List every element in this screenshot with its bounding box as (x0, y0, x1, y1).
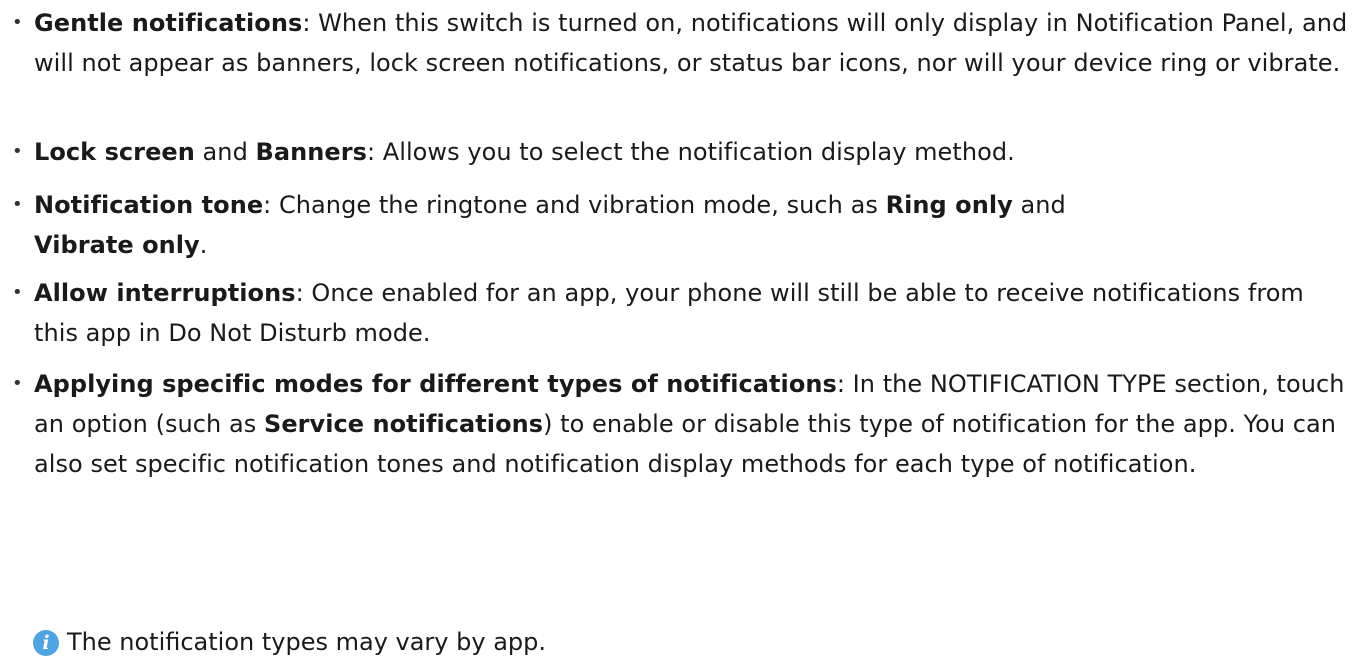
term-banners: Banners (255, 138, 367, 166)
bullet-dot: • (12, 141, 23, 162)
term-allow-interruptions: Allow interruptions (34, 279, 296, 307)
term-notification-tone: Notification tone (34, 191, 264, 219)
list-item-lock-screen-banners: • Lock screen and Banners: Allows you to… (0, 132, 1354, 172)
note: i The notification types may vary by app… (33, 622, 546, 662)
term-vibrate-only: Vibrate only (34, 231, 200, 259)
term-service-notifications: Service notifications (263, 410, 544, 438)
bullet-dot: • (12, 282, 23, 303)
list-item-notification-tone: • Notification tone: Change the ringtone… (0, 185, 1334, 265)
list-item-allow-interruptions: • Allow interruptions: Once enabled for … (0, 273, 1334, 353)
manual-page: • Gentle notifications: When this switch… (0, 0, 1372, 668)
note-text: The notification types may vary by app. (67, 628, 547, 656)
term-gentle-notifications: Gentle notifications (34, 9, 303, 37)
bullet-dot: • (12, 194, 23, 215)
info-icon: i (33, 630, 59, 656)
connector-text: and (194, 138, 256, 166)
list-item-gentle-notifications: • Gentle notifications: When this switch… (0, 3, 1354, 83)
connector-text: and (1012, 191, 1066, 219)
description-lock-screen-banners: : Allows you to select the notification … (366, 138, 1015, 166)
sentence-end: . (199, 231, 208, 259)
term-ring-only: Ring only (885, 191, 1013, 219)
term-lock-screen: Lock screen (34, 138, 195, 166)
bullet-dot: • (12, 12, 23, 33)
list-item-notification-types: • Applying specific modes for different … (0, 364, 1370, 484)
bullet-dot: • (12, 373, 23, 394)
description-notification-tone: : Change the ringtone and vibration mode… (263, 191, 886, 219)
term-specific-modes: Applying specific modes for different ty… (34, 370, 837, 398)
